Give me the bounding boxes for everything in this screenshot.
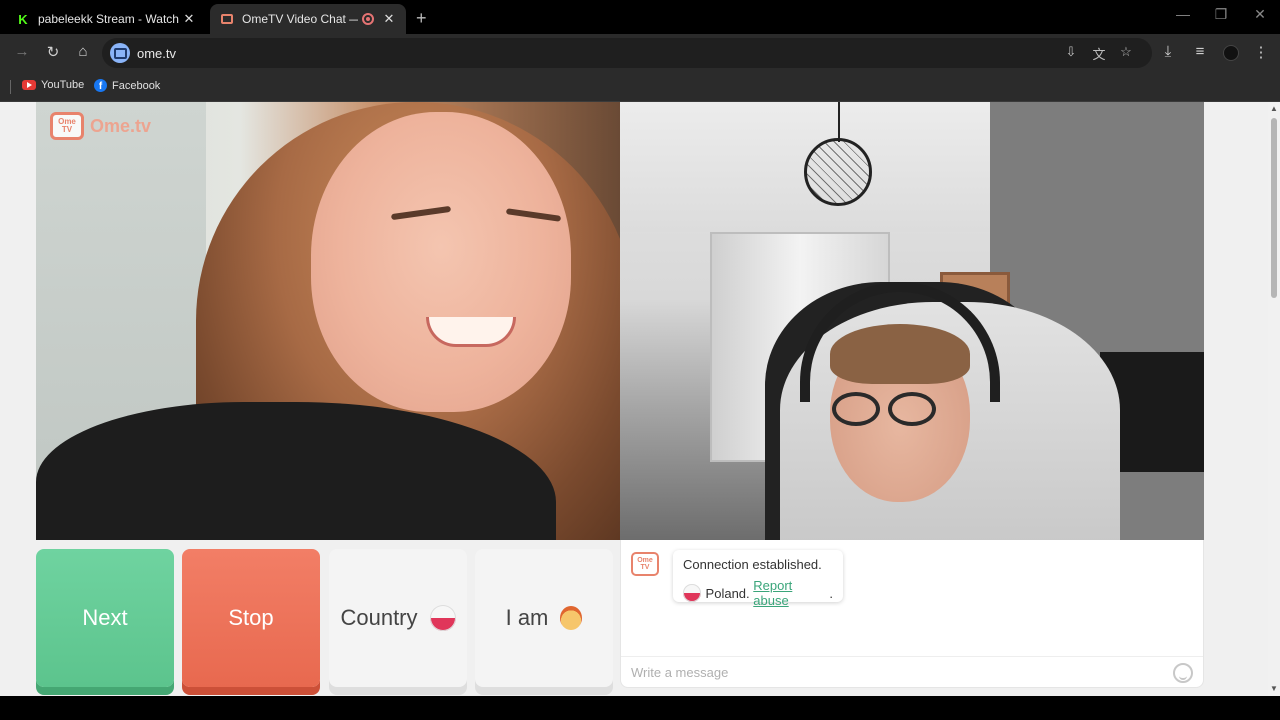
- message-composer: [621, 656, 1203, 688]
- chat-panel: Ome TV Connection established. Poland. R…: [620, 540, 1204, 688]
- poland-flag-icon: [429, 605, 456, 631]
- scroll-down-icon[interactable]: ▼: [1270, 684, 1278, 693]
- tab-title: OmeTV Video Chat — Omegle: [242, 12, 358, 26]
- divider: [10, 80, 11, 94]
- stop-label: Stop: [228, 605, 274, 630]
- bookmark-label: YouTube: [41, 79, 85, 91]
- emoji-icon[interactable]: [1173, 663, 1193, 683]
- scroll-up-icon[interactable]: ▲: [1270, 104, 1278, 113]
- reload-button[interactable]: ↻: [43, 43, 63, 61]
- next-button[interactable]: Next: [36, 549, 174, 687]
- address-bar[interactable]: ome.tv ⇩ 文 ☆: [102, 38, 1152, 68]
- glasses-lens: [832, 392, 880, 426]
- bookmark-label: Facebook: [112, 79, 161, 92]
- browser-toolbar: → ↻ ⌂ ome.tv ⇩ 文 ☆ ⤓ ≡ ⋮: [0, 34, 1280, 72]
- glasses-lens: [888, 392, 936, 426]
- stop-button[interactable]: Stop: [182, 549, 320, 687]
- url-text[interactable]: ome.tv: [137, 46, 176, 61]
- site-info-icon[interactable]: [110, 43, 130, 63]
- facebook-icon: f: [94, 79, 107, 92]
- tab-kick-stream[interactable]: K pabeleekk Stream - Watch Live ✕: [6, 4, 206, 34]
- install-icon[interactable]: ⇩: [1062, 44, 1080, 60]
- close-icon[interactable]: ✕: [182, 11, 196, 27]
- ometv-icon: [220, 12, 234, 26]
- scrollbar-thumb[interactable]: [1271, 118, 1277, 298]
- translate-icon[interactable]: 文: [1090, 44, 1108, 63]
- country-label: Country: [340, 605, 418, 630]
- pendant-lamp: [804, 138, 872, 206]
- person-face: [311, 112, 571, 412]
- window-close-button[interactable]: ✕: [1250, 6, 1270, 23]
- tab-ometv[interactable]: OmeTV Video Chat — Omegle ✕: [210, 4, 406, 34]
- download-icon[interactable]: ⤓: [1158, 43, 1178, 60]
- profile-icon[interactable]: [1223, 45, 1239, 61]
- ometv-badge-icon: Ome TV: [50, 112, 84, 140]
- home-button[interactable]: ⌂: [73, 43, 93, 60]
- star-icon[interactable]: ☆: [1117, 44, 1135, 60]
- close-icon[interactable]: ✕: [382, 11, 396, 27]
- boy-emoji-icon: [560, 606, 583, 630]
- forward-button[interactable]: →: [12, 43, 32, 60]
- youtube-icon: [22, 80, 36, 90]
- bookmark-youtube[interactable]: YouTube: [22, 79, 84, 91]
- country-button[interactable]: Country: [329, 549, 467, 687]
- page-viewport: Ome TV Ome.tv Next Stop Country I am Ome: [0, 102, 1268, 696]
- person-hair: [830, 324, 970, 384]
- self-video: [620, 102, 1204, 540]
- new-tab-button[interactable]: +: [416, 8, 427, 29]
- page-scrollbar[interactable]: ▲ ▼: [1268, 102, 1280, 696]
- message-text: Connection established.: [683, 557, 822, 572]
- poland-flag-icon: [683, 584, 701, 602]
- message-input[interactable]: [621, 657, 1161, 687]
- report-abuse-link[interactable]: Report abuse: [753, 578, 829, 608]
- kick-icon: K: [18, 11, 28, 27]
- recording-icon: [362, 13, 374, 25]
- tab-strip: K pabeleekk Stream - Watch Live ✕ OmeTV …: [0, 0, 1280, 34]
- bookmark-facebook[interactable]: f Facebook: [94, 79, 160, 92]
- tab-title: pabeleekk Stream - Watch Live: [38, 12, 182, 26]
- stranger-video: Ome TV Ome.tv: [36, 102, 620, 540]
- iam-label: I am: [505, 605, 549, 630]
- system-message: Connection established. Poland. Report a…: [673, 550, 843, 608]
- message-country-line: Poland. Report abuse.: [683, 578, 833, 608]
- bookmarks-bar: YouTube f Facebook: [0, 72, 1280, 102]
- ometv-logo: Ome TV Ome.tv: [50, 112, 151, 140]
- report-suffix: .: [829, 585, 833, 601]
- ometv-badge-icon: Ome TV: [631, 552, 659, 576]
- maximize-button[interactable]: ❐: [1211, 6, 1231, 23]
- country-name: Poland.: [705, 585, 750, 601]
- minimize-button[interactable]: —: [1173, 6, 1193, 22]
- media-icon[interactable]: ≡: [1190, 43, 1210, 60]
- logo-text: Ome.tv: [90, 115, 152, 136]
- gender-button[interactable]: I am: [475, 549, 613, 687]
- lamp-cord: [838, 102, 840, 142]
- menu-icon[interactable]: ⋮: [1251, 43, 1271, 61]
- next-label: Next: [82, 605, 128, 630]
